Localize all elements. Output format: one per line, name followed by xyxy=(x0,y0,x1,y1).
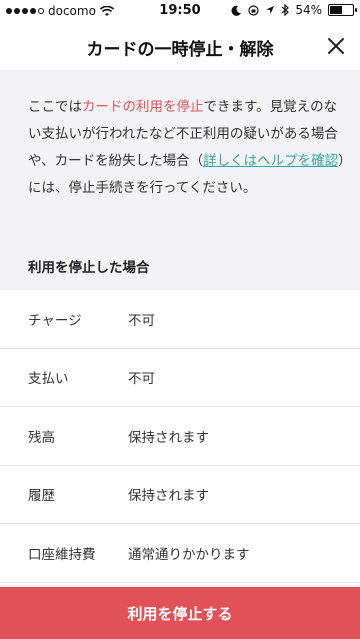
list-item: チャージ 不可 xyxy=(0,290,360,349)
row-label: 口座維持費 xyxy=(28,546,96,563)
bluetooth-icon xyxy=(281,4,290,16)
row-label: 履歴 xyxy=(28,488,55,505)
close-button[interactable] xyxy=(324,34,348,58)
intro-text-before: ここでは xyxy=(28,99,82,115)
row-value: 保持されます xyxy=(128,429,209,446)
help-link[interactable]: 詳しくはヘルプを確認 xyxy=(203,153,338,169)
info-list: チャージ 不可 支払い 不可 残高 保持されます 履歴 保持されます 口座維持費… xyxy=(0,290,360,583)
section-heading: 利用を停止した場合 xyxy=(28,260,150,276)
row-value: 保持されます xyxy=(128,488,209,505)
intro-highlight: カードの利用を停止 xyxy=(82,99,204,115)
status-right: 54% xyxy=(231,3,357,17)
status-bar: docomo 19:50 54% xyxy=(0,0,360,22)
list-item: 支払い 不可 xyxy=(0,349,360,407)
row-label: 残高 xyxy=(28,429,55,446)
nav-header: カードの一時停止・解除 xyxy=(0,22,360,70)
list-item: 口座維持費 通常通りかかります xyxy=(0,524,360,583)
battery-percentage: 54% xyxy=(295,3,322,17)
intro-text: ここではカードの利用を停止できます。見覚えのない支払いが行われたなど不正利用の疑… xyxy=(28,94,348,202)
battery-icon xyxy=(328,4,357,16)
list-item: 残高 保持されます xyxy=(0,407,360,466)
moon-icon xyxy=(231,5,242,16)
orientation-lock-icon xyxy=(248,4,259,16)
row-value: 不可 xyxy=(128,371,155,388)
row-value: 通常通りかかります xyxy=(128,546,250,563)
row-value: 不可 xyxy=(128,312,155,329)
location-arrow-icon xyxy=(266,6,275,14)
stop-usage-button-label: 利用を停止する xyxy=(127,604,233,623)
row-label: 支払い xyxy=(28,371,69,388)
intro-section: ここではカードの利用を停止できます。見覚えのない支払いが行われたなど不正利用の疑… xyxy=(0,70,360,290)
list-item: 履歴 保持されます xyxy=(0,466,360,524)
close-icon xyxy=(328,38,344,54)
page-title: カードの一時停止・解除 xyxy=(86,40,274,60)
row-label: チャージ xyxy=(28,312,82,329)
stop-usage-button[interactable]: 利用を停止する xyxy=(0,587,360,639)
